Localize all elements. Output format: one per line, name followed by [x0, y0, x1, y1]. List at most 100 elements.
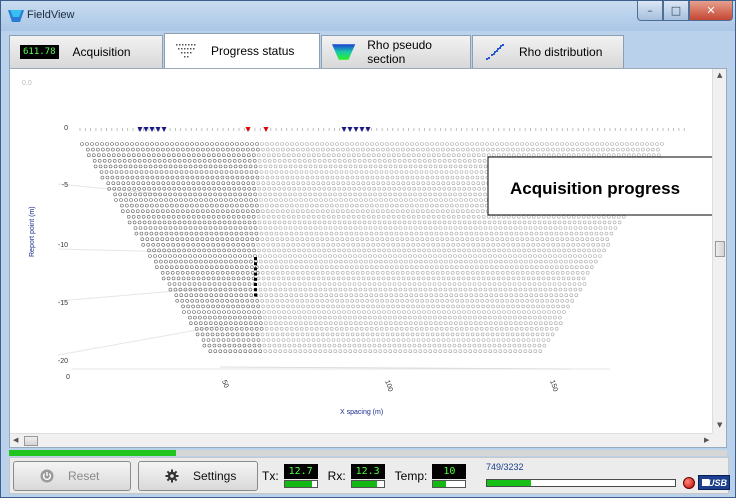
- measurement-point: [131, 215, 136, 219]
- measurement-point: [438, 254, 442, 258]
- measurement-point: [386, 276, 391, 281]
- measurement-point: [345, 271, 350, 275]
- vertical-scroll-thumb[interactable]: [715, 241, 725, 257]
- measurement-point: [230, 299, 234, 303]
- measurement-point: [481, 181, 486, 185]
- tab-rho-pseudo-section[interactable]: Rho pseudo section: [321, 35, 471, 68]
- measurement-point: [516, 338, 521, 342]
- close-button[interactable]: ✕: [689, 1, 733, 21]
- measurement-point: [343, 287, 348, 292]
- measurement-point: [591, 215, 596, 219]
- measurement-point: [266, 147, 270, 152]
- horizontal-scrollbar[interactable]: ◀ ▶: [10, 433, 714, 447]
- measurement-point: [589, 259, 593, 264]
- scroll-left-icon[interactable]: ◀: [13, 436, 18, 444]
- measurement-point: [499, 265, 504, 269]
- settings-button[interactable]: Settings: [138, 461, 258, 491]
- tab-progress-status[interactable]: Progress status: [164, 33, 320, 68]
- measurement-point: [471, 153, 476, 157]
- measurement-point: [376, 304, 380, 309]
- y-tick-label: -5: [62, 182, 68, 189]
- measurement-point: [258, 254, 262, 258]
- maximize-button[interactable]: □: [663, 1, 689, 21]
- measurement-point: [234, 293, 239, 297]
- measurement-point: [297, 282, 302, 286]
- measurement-point: [216, 243, 220, 247]
- measurement-point: [233, 315, 237, 320]
- measurement-point: [229, 293, 234, 297]
- measurement-point: [518, 287, 523, 292]
- minimize-button[interactable]: –: [637, 1, 663, 21]
- measurement-point: [368, 226, 373, 230]
- measurement-point: [593, 254, 597, 258]
- vertical-scrollbar[interactable]: ▲ ▼: [712, 69, 726, 433]
- measurement-point: [247, 187, 251, 191]
- measurement-point: [330, 299, 335, 303]
- scroll-down-icon[interactable]: ▼: [717, 421, 722, 429]
- measurement-point: [257, 159, 262, 163]
- measurement-point: [343, 164, 348, 169]
- measurement-point: [318, 287, 323, 292]
- measurement-point: [141, 147, 145, 152]
- tab-acquisition[interactable]: 611.78 Acquisition: [9, 35, 163, 68]
- measurement-point: [251, 215, 256, 219]
- measurement-point: [578, 254, 582, 258]
- measurement-point: [111, 147, 115, 152]
- measurement-point: [387, 187, 392, 191]
- measurement-point: [201, 181, 206, 185]
- measurement-point: [307, 159, 312, 163]
- measurement-point: [305, 237, 310, 241]
- reset-button[interactable]: Reset: [13, 461, 131, 491]
- measurement-point: [314, 293, 319, 297]
- progress-plot[interactable]: 0.0 0 -5 -10 -15 -20 0 50 100 150 Report point …: [10, 69, 714, 433]
- scroll-right-icon[interactable]: ▶: [704, 436, 709, 444]
- measurement-point: [209, 198, 213, 202]
- measurement-point: [438, 287, 443, 292]
- measurement-point: [161, 181, 166, 185]
- measurement-point: [497, 282, 502, 286]
- measurement-point: [487, 343, 492, 348]
- measurement-point: [463, 349, 468, 354]
- measurement-point: [284, 198, 288, 202]
- measurement-point: [414, 198, 418, 202]
- measurement-point: [496, 153, 501, 157]
- scroll-up-icon[interactable]: ▲: [717, 71, 722, 79]
- measurement-point: [434, 198, 438, 202]
- measurement-point: [308, 192, 312, 197]
- measurement-point: [277, 310, 281, 314]
- measurement-point: [239, 259, 243, 264]
- measurement-point: [268, 349, 273, 354]
- horizontal-scroll-thumb[interactable]: [24, 436, 38, 446]
- measurement-point: [319, 231, 324, 236]
- measurement-point: [322, 159, 327, 163]
- measurement-point: [391, 338, 396, 342]
- measurement-point: [299, 198, 303, 202]
- measurement-point: [121, 209, 125, 213]
- measurement-point: [190, 203, 194, 208]
- measurement-point: [422, 159, 427, 163]
- measurement-point: [660, 142, 664, 146]
- measurement-point: [448, 226, 453, 230]
- measurement-point: [362, 248, 366, 253]
- measurement-point: [202, 153, 206, 157]
- measurement-point: [209, 293, 214, 297]
- measurement-point: [151, 243, 155, 247]
- measurement-point: [393, 254, 397, 258]
- measurement-point: [334, 259, 338, 264]
- measurement-point: [330, 142, 334, 146]
- measurement-point: [344, 265, 349, 269]
- measurement-point: [127, 153, 131, 157]
- measurement-point: [187, 187, 191, 191]
- measurement-point: [434, 259, 438, 264]
- measurement-point: [354, 265, 359, 269]
- measurement-point: [574, 231, 579, 236]
- measurement-point: [580, 237, 585, 241]
- measurement-point: [538, 349, 543, 354]
- measurement-point: [290, 332, 295, 337]
- measurement-point: [379, 293, 384, 297]
- measurement-point: [251, 209, 255, 213]
- tab-rho-distribution[interactable]: Rho distribution: [472, 35, 624, 68]
- electrode-marker: [341, 127, 347, 132]
- measurement-point: [194, 198, 198, 202]
- measurement-point: [479, 326, 484, 331]
